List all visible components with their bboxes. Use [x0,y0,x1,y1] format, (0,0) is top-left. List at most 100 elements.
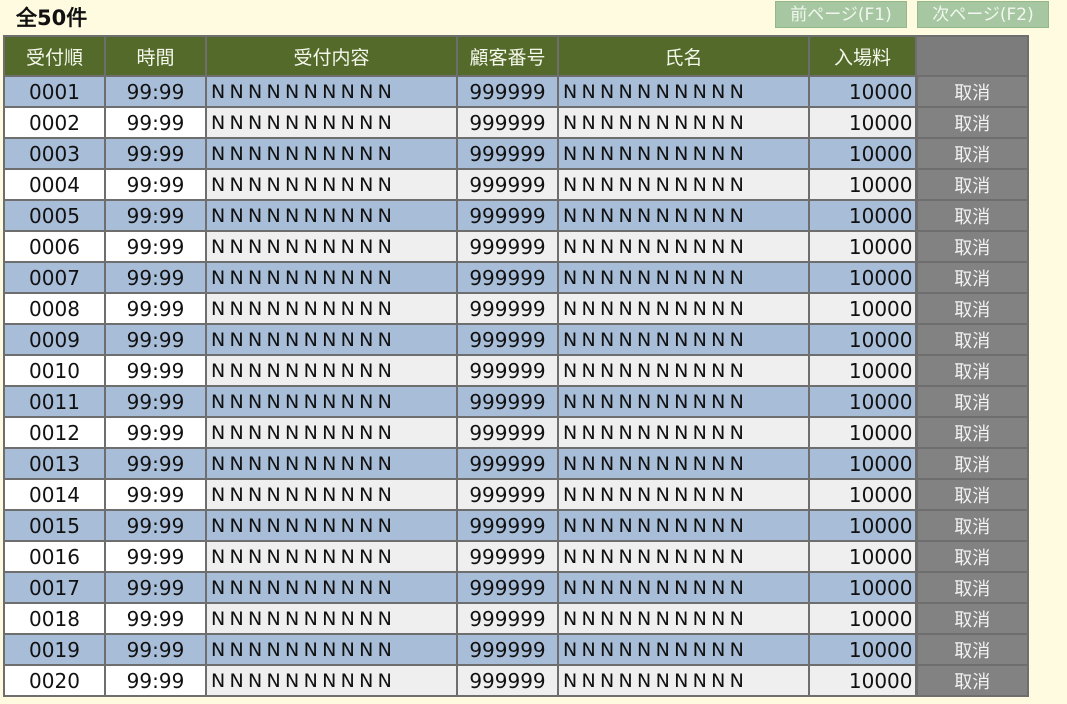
cancel-button[interactable]: 取消 [914,106,1029,139]
cell-content: NNNNNNNNNN [205,664,458,697]
cell-customer-number: 999999 [456,385,559,418]
total-count: 全50件 [16,6,88,30]
table-row: 0009 99:99 NNNNNNNNNN 999999 NNNNNNNNNN 10000… [3,323,1029,356]
cell-name: NNNNNNNNNN [557,354,810,387]
cell-seq: 0005 [3,199,106,232]
cell-name: NNNNNNNNNN [557,292,810,325]
cell-time: 99:99 [104,292,207,325]
cell-time: 99:99 [104,137,207,170]
cancel-button[interactable]: 取消 [914,416,1029,449]
cell-content: NNNNNNNNNN [205,571,458,604]
cancel-button[interactable]: 取消 [914,540,1029,573]
cell-name: NNNNNNNNNN [557,137,810,170]
table-row: 0011 99:99 NNNNNNNNNN 999999 NNNNNNNNNN 10000… [3,385,1029,418]
cell-customer-number: 999999 [456,571,559,604]
cell-name: NNNNNNNNNN [557,323,810,356]
cell-seq: 0015 [3,509,106,542]
cell-name: NNNNNNNNNN [557,168,810,201]
cell-name: NNNNNNNNNN [557,540,810,573]
cancel-button[interactable]: 取消 [914,447,1029,480]
cancel-button[interactable]: 取消 [914,230,1029,263]
cell-time: 99:99 [104,509,207,542]
cell-content: NNNNNNNNNN [205,261,458,294]
table-row: 0012 99:99 NNNNNNNNNN 999999 NNNNNNNNNN 10000… [3,416,1029,449]
cancel-button[interactable]: 取消 [914,664,1029,697]
cell-name: NNNNNNNNNN [557,261,810,294]
cancel-button[interactable]: 取消 [914,199,1029,232]
cell-seq: 0002 [3,106,106,139]
top-bar: 全50件 前ページ(F1) 次ページ(F2) [0,0,1067,33]
cancel-button[interactable]: 取消 [914,571,1029,604]
cancel-button[interactable]: 取消 [914,385,1029,418]
cell-fee: 10000 [808,509,917,542]
cell-seq: 0001 [3,75,106,108]
next-page-button[interactable]: 次ページ(F2) [917,1,1049,28]
cell-seq: 0009 [3,323,106,356]
cell-fee: 10000 [808,230,917,263]
cell-time: 99:99 [104,602,207,635]
cancel-button[interactable]: 取消 [914,75,1029,108]
cell-time: 99:99 [104,664,207,697]
table-row: 0005 99:99 NNNNNNNNNN 999999 NNNNNNNNNN 10000… [3,199,1029,232]
cell-name: NNNNNNNNNN [557,447,810,480]
cell-time: 99:99 [104,199,207,232]
cancel-button[interactable]: 取消 [914,323,1029,356]
table-row: 0007 99:99 NNNNNNNNNN 999999 NNNNNNNNNN 10000… [3,261,1029,294]
cancel-button[interactable]: 取消 [914,292,1029,325]
prev-page-button[interactable]: 前ページ(F1) [775,1,907,28]
cancel-button[interactable]: 取消 [914,478,1029,511]
cell-seq: 0016 [3,540,106,573]
cell-time: 99:99 [104,230,207,263]
cell-fee: 10000 [808,540,917,573]
table-body: 0001 99:99 NNNNNNNNNN 999999 NNNNNNNNNN 10000… [3,75,1029,697]
column-header-fee: 入場料 [808,35,917,77]
table-row: 0006 99:99 NNNNNNNNNN 999999 NNNNNNNNNN 10000… [3,230,1029,263]
table-row: 0014 99:99 NNNNNNNNNN 999999 NNNNNNNNNN 10000… [3,478,1029,511]
cell-time: 99:99 [104,168,207,201]
cell-fee: 10000 [808,323,917,356]
cell-content: NNNNNNNNNN [205,633,458,666]
cell-fee: 10000 [808,137,917,170]
cancel-button[interactable]: 取消 [914,137,1029,170]
table-row: 0016 99:99 NNNNNNNNNN 999999 NNNNNNNNNN 10000… [3,540,1029,573]
cell-customer-number: 999999 [456,447,559,480]
cell-fee: 10000 [808,602,917,635]
cancel-button[interactable]: 取消 [914,354,1029,387]
cancel-button[interactable]: 取消 [914,509,1029,542]
cancel-button[interactable]: 取消 [914,633,1029,666]
cell-seq: 0012 [3,416,106,449]
cell-customer-number: 999999 [456,199,559,232]
cell-seq: 0007 [3,261,106,294]
table-row: 0008 99:99 NNNNNNNNNN 999999 NNNNNNNNNN 10000… [3,292,1029,325]
cell-fee: 10000 [808,168,917,201]
cell-time: 99:99 [104,633,207,666]
cell-fee: 10000 [808,106,917,139]
column-header-seq: 受付順 [3,35,106,77]
cancel-button[interactable]: 取消 [914,602,1029,635]
cell-content: NNNNNNNNNN [205,385,458,418]
cell-seq: 0020 [3,664,106,697]
cancel-button[interactable]: 取消 [914,168,1029,201]
cell-time: 99:99 [104,323,207,356]
cell-customer-number: 999999 [456,478,559,511]
cell-customer-number: 999999 [456,664,559,697]
cell-seq: 0008 [3,292,106,325]
cell-time: 99:99 [104,261,207,294]
column-header-time: 時間 [104,35,207,77]
table-row: 0020 99:99 NNNNNNNNNN 999999 NNNNNNNNNN 10000… [3,664,1029,697]
cell-content: NNNNNNNNNN [205,509,458,542]
column-header-name: 氏名 [557,35,810,77]
cell-content: NNNNNNNNNN [205,106,458,139]
cancel-button[interactable]: 取消 [914,261,1029,294]
cell-time: 99:99 [104,106,207,139]
cell-customer-number: 999999 [456,602,559,635]
cell-fee: 10000 [808,261,917,294]
cell-time: 99:99 [104,354,207,387]
cell-content: NNNNNNNNNN [205,137,458,170]
cell-seq: 0004 [3,168,106,201]
cell-name: NNNNNNNNNN [557,199,810,232]
table-row: 0013 99:99 NNNNNNNNNN 999999 NNNNNNNNNN 10000… [3,447,1029,480]
table-row: 0004 99:99 NNNNNNNNNN 999999 NNNNNNNNNN 10000… [3,168,1029,201]
table-row: 0015 99:99 NNNNNNNNNN 999999 NNNNNNNNNN 10000… [3,509,1029,542]
cell-seq: 0006 [3,230,106,263]
